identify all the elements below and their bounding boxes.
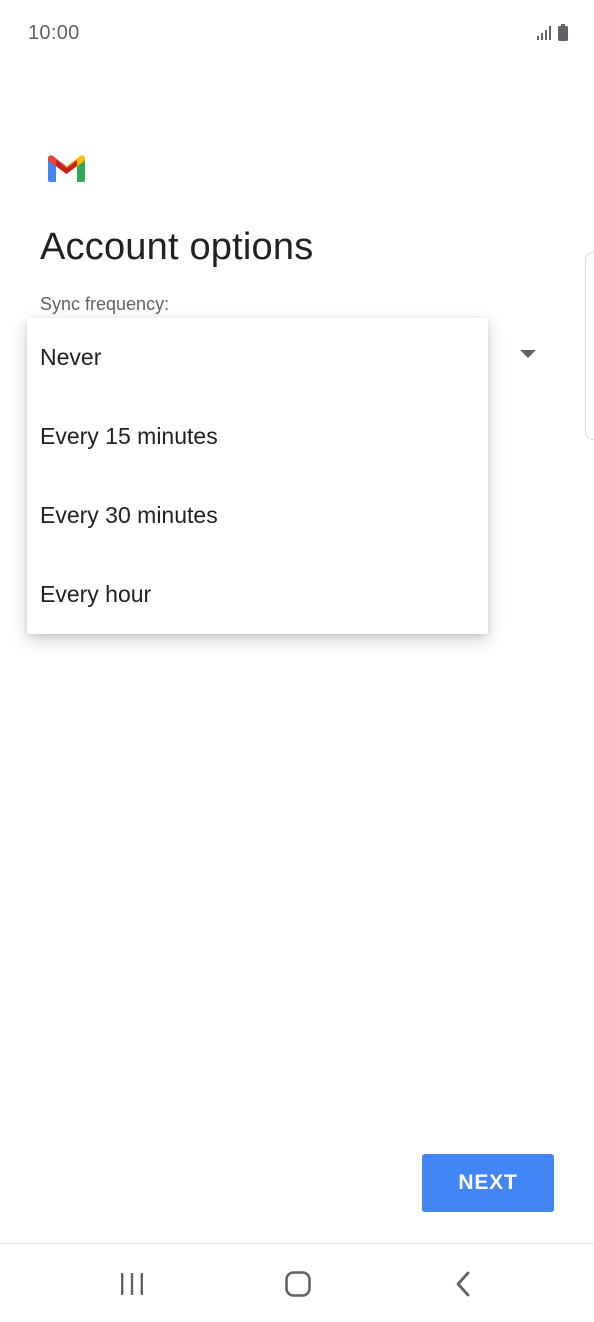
signal-icon (537, 26, 551, 40)
gmail-logo-icon (48, 155, 85, 182)
option-every-hour[interactable]: Every hour (27, 555, 488, 634)
home-button[interactable] (278, 1264, 318, 1304)
status-icons (536, 24, 568, 41)
back-button[interactable] (444, 1264, 484, 1304)
option-every-30-minutes[interactable]: Every 30 minutes (27, 476, 488, 555)
page-title: Account options (40, 226, 314, 268)
status-bar: 10:00 (0, 0, 594, 70)
recent-apps-button[interactable] (112, 1264, 152, 1304)
sync-frequency-dropdown: Never Every 15 minutes Every 30 minutes … (27, 318, 488, 634)
edge-panel-handle[interactable] (585, 252, 594, 440)
option-every-15-minutes[interactable]: Every 15 minutes (27, 397, 488, 476)
option-never[interactable]: Never (27, 318, 488, 397)
option-label: Every 30 minutes (40, 502, 218, 528)
next-button[interactable]: NEXT (422, 1154, 554, 1212)
option-label: Never (40, 344, 102, 370)
back-icon (456, 1271, 470, 1297)
recent-apps-icon (121, 1273, 143, 1295)
option-label: Every 15 minutes (40, 423, 218, 449)
battery-icon (558, 24, 568, 41)
home-icon (285, 1271, 311, 1297)
sync-frequency-label: Sync frequency: (40, 294, 170, 314)
dropdown-arrow-icon[interactable] (520, 350, 536, 358)
navigation-bar (0, 1244, 594, 1322)
option-label: Every hour (40, 581, 152, 607)
status-time: 10:00 (28, 22, 80, 44)
